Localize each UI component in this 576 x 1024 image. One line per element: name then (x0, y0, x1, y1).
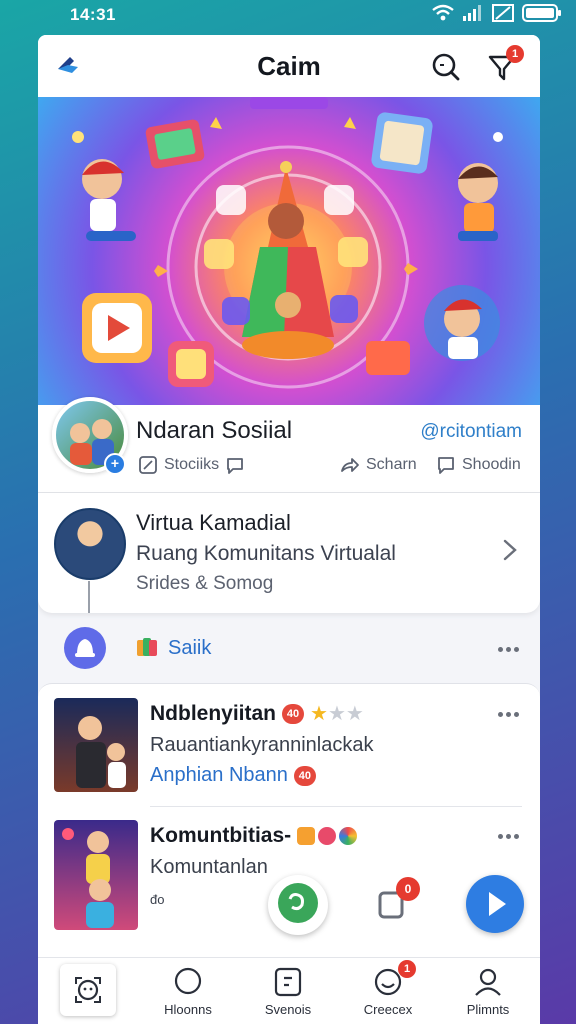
doc-badge: 0 (396, 877, 420, 901)
edit-icon (139, 456, 157, 474)
feed-link-row[interactable]: Anphian Nbann 40 (150, 764, 316, 787)
signal-icon (463, 5, 481, 21)
community-subtitle: Ruang Komunitans Virtualal (136, 542, 396, 565)
app-title: Caim (257, 51, 321, 81)
stat-label: Scharn (366, 456, 417, 473)
tab-row: Saiik (38, 615, 540, 681)
notification-badge: 1 (506, 45, 524, 63)
community-card[interactable]: Virtua Kamadial Ruang Komunitans Virtual… (38, 493, 540, 613)
nav-label: Hloonns (164, 1002, 212, 1017)
feed-subtitle: Komuntanlan (150, 856, 268, 878)
feed-link-badge: 40 (293, 765, 316, 786)
chat-fab[interactable] (268, 875, 328, 935)
nav-profile[interactable]: Plimnts (438, 958, 538, 1024)
banner-artwork (72, 97, 503, 389)
apps-icon (137, 638, 157, 656)
more-options-icon[interactable] (498, 645, 522, 653)
nav-label: Creecex (363, 1002, 413, 1017)
nav-messages[interactable]: Hloonns (138, 958, 238, 1024)
status-time: 14:31 (70, 5, 116, 24)
feed-title: Komuntbitias- (150, 824, 292, 847)
stat-share[interactable]: Scharn (340, 455, 417, 475)
filter-button[interactable]: 1 (486, 45, 524, 85)
add-story-icon[interactable]: + (104, 453, 126, 475)
app-header: Caim 1 (38, 35, 540, 97)
feed-thumbnail (54, 698, 138, 792)
nav-stories[interactable]: Svenois (238, 958, 338, 1024)
stat-saved[interactable]: Shoodin (436, 455, 521, 475)
profile-section: + Ndaran Sosiial @rcitontiam Stociiks Sc… (38, 397, 540, 493)
status-icons (432, 4, 562, 22)
doc-icon (274, 967, 302, 997)
nav-create[interactable]: 1 Creecex (338, 958, 438, 1024)
nav-home[interactable] (38, 958, 138, 1024)
rating-stars: ★★★ (310, 704, 364, 724)
feed-badge: 40 (282, 704, 305, 724)
feed-item[interactable]: Ndblenyiitan 40 ★★★ Rauantiankyranninlac… (38, 698, 540, 816)
star-empty-icon: ★ (327, 703, 346, 725)
thumbnail-image (62, 828, 114, 928)
stat-label: Shoodin (462, 456, 521, 473)
thumbnail-image (76, 716, 126, 788)
feed-title: Ndblenyiitan (150, 702, 277, 725)
share-icon (341, 458, 359, 472)
data-icon (492, 4, 514, 22)
profile-icon (475, 968, 501, 996)
tab-label[interactable]: Saiik (168, 637, 211, 660)
connector-line (88, 581, 90, 613)
bottom-navigation: Hloonns Svenois 1 Creecex Plimnts (38, 957, 540, 1024)
feed-title-row: Komuntbitias- (150, 824, 358, 848)
more-options-icon[interactable] (498, 710, 522, 718)
feed-subtitle: Rauantiankyranninlackak (150, 734, 374, 756)
chevron-right-icon[interactable] (500, 535, 520, 565)
search-icon[interactable] (430, 51, 462, 83)
divider (150, 806, 522, 807)
create-button[interactable] (64, 627, 106, 669)
comment-icon (227, 458, 244, 474)
doc-button[interactable]: 0 (376, 877, 420, 921)
feed-thumbnail (54, 820, 138, 930)
chat-icon (278, 883, 318, 923)
star-empty-icon: ★ (345, 703, 364, 725)
feed-title-row: Ndblenyiitan 40 ★★★ (150, 702, 364, 726)
stat-label: Stociiks (164, 456, 220, 473)
profile-handle[interactable]: @rcitontiam (420, 421, 522, 443)
hero-banner-illustration (38, 97, 540, 405)
chat-bubble-icon (174, 967, 202, 995)
nav-label: Plimnts (466, 1002, 510, 1017)
wifi-icon (432, 4, 454, 21)
home-icon (75, 977, 101, 1003)
community-meta: Srides & Somog (136, 573, 274, 594)
emoji-icons (297, 827, 358, 845)
app-window: Caim 1 + Ndaran Sosiial @rcitontiam Stoc… (38, 35, 540, 1024)
stat-stocks[interactable]: Stociiks (138, 455, 245, 475)
battery-icon (522, 4, 561, 22)
profile-name: Ndaran Sosiial (136, 417, 293, 444)
play-button[interactable] (466, 875, 524, 933)
feed-link[interactable]: Anphian Nbann (150, 764, 288, 787)
star-filled-icon: ★ (310, 703, 328, 725)
message-icon (438, 457, 454, 474)
more-options-icon[interactable] (498, 832, 522, 840)
upload-icon (75, 639, 95, 657)
community-avatar (54, 508, 126, 580)
play-icon (489, 892, 506, 916)
nav-label: Svenois (264, 1002, 312, 1017)
community-title: Virtua Kamadial (136, 510, 291, 535)
status-bar: 14:31 (0, 0, 576, 30)
feed-meta: đo (150, 892, 165, 907)
nav-badge: 1 (398, 960, 416, 978)
